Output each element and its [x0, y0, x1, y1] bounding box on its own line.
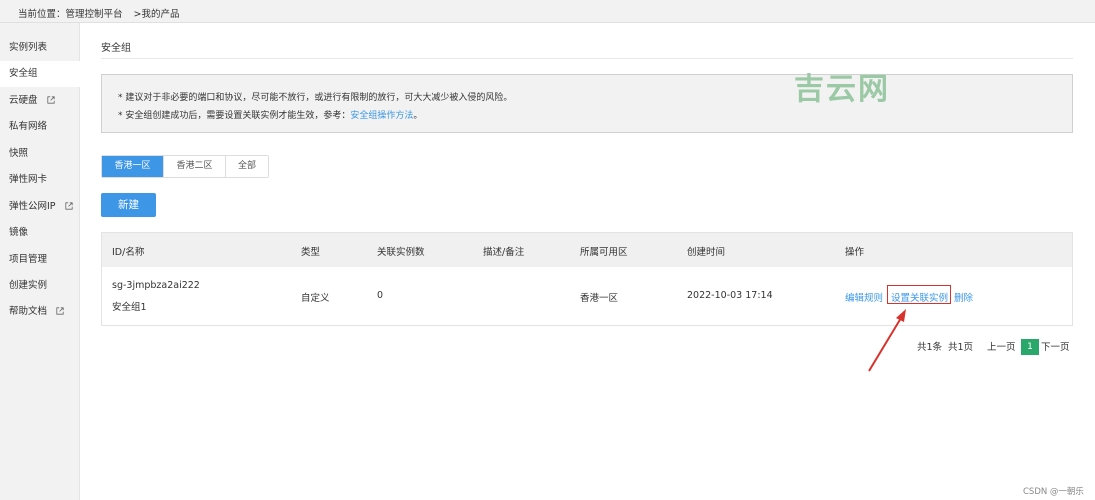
arrow-head: [896, 309, 906, 322]
arrow-shaft: [868, 317, 902, 372]
footer-watermark: CSDN @一朝乐: [1023, 487, 1084, 497]
annotation-arrow: [868, 309, 906, 372]
